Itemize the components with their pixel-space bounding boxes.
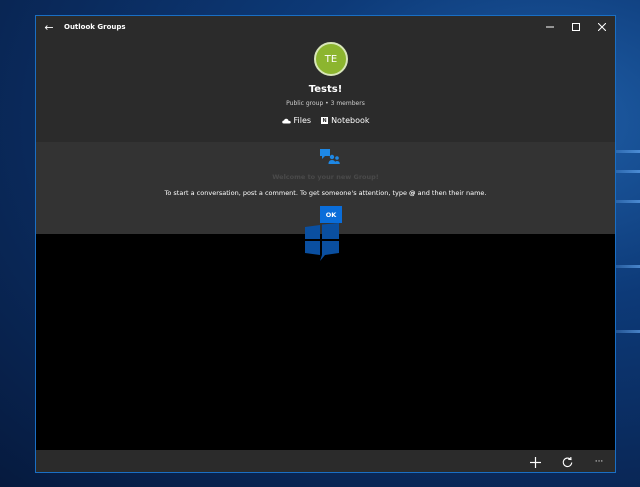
maximize-icon: [572, 23, 580, 31]
cloud-icon: [281, 118, 291, 123]
bottom-app-bar: ···: [36, 450, 615, 472]
notebook-link[interactable]: N Notebook: [321, 116, 370, 125]
files-label: Files: [293, 116, 312, 125]
welcome-instructions: To start a conversation, post a comment.…: [36, 189, 615, 197]
new-conversation-button[interactable]: [519, 450, 551, 472]
welcome-body-suffix: and then their name.: [415, 189, 487, 197]
app-window: ← Outlook Groups TE Tests! Public group …: [35, 15, 616, 473]
onenote-icon: N: [321, 117, 329, 124]
refresh-button[interactable]: [551, 450, 583, 472]
files-link[interactable]: Files: [281, 116, 312, 125]
group-links: Files N Notebook: [36, 116, 615, 125]
windows-blog-watermark-icon: [305, 223, 339, 261]
title-bar: ← Outlook Groups: [36, 16, 615, 38]
welcome-panel: Welcome to your new Group! To start a co…: [36, 142, 615, 234]
more-icon: ···: [594, 457, 604, 467]
group-header: TE Tests! Public group • 3 members Files…: [36, 38, 615, 142]
notebook-label: Notebook: [331, 116, 370, 125]
refresh-icon: [562, 456, 572, 467]
group-avatar[interactable]: TE: [314, 42, 348, 76]
conversation-feed: [36, 223, 615, 450]
conversation-icon: [320, 149, 340, 164]
group-meta: Public group • 3 members: [286, 100, 365, 107]
welcome-body-prefix: To start a conversation, post a comment.…: [164, 189, 410, 197]
more-button[interactable]: ···: [583, 450, 615, 472]
maximize-button[interactable]: [563, 16, 589, 38]
add-icon: [529, 456, 541, 468]
close-icon: [598, 23, 606, 31]
window-title: Outlook Groups: [64, 23, 126, 31]
minimize-icon: [546, 26, 554, 28]
group-name: Tests!: [308, 84, 343, 95]
minimize-button[interactable]: [537, 16, 563, 38]
back-arrow-icon: ←: [44, 20, 54, 34]
ok-button[interactable]: OK: [320, 206, 342, 223]
welcome-title: Welcome to your new Group!: [272, 173, 379, 181]
close-button[interactable]: [589, 16, 615, 38]
back-button[interactable]: ←: [36, 16, 62, 38]
window-controls: [537, 16, 615, 38]
